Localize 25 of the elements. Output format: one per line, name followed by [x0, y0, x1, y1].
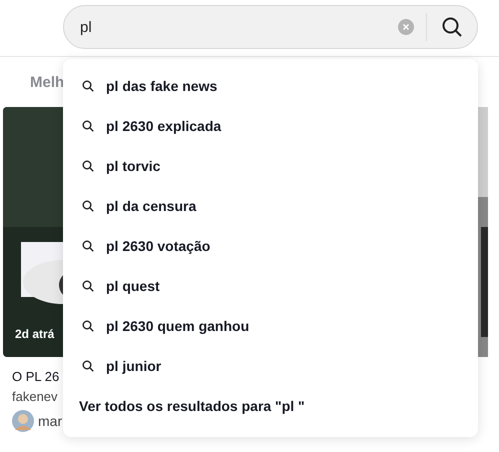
- search-icon: [82, 360, 94, 372]
- video-age: 2d atrá: [15, 327, 54, 341]
- search-field[interactable]: pl: [63, 5, 478, 49]
- search-icon: [82, 120, 94, 132]
- search-icon: [82, 240, 94, 252]
- see-all-link[interactable]: Ver todos os resultados para "pl ": [79, 398, 478, 414]
- suggestion-item[interactable]: pl quest: [63, 266, 478, 306]
- search-icon: [441, 16, 463, 38]
- search-icon: [82, 160, 94, 172]
- video-tags: fakenev: [12, 389, 64, 404]
- suggestion-item[interactable]: pl 2630 explicada: [63, 106, 478, 146]
- avatar-icon[interactable]: [12, 410, 34, 432]
- search-icon: [82, 320, 94, 332]
- search-icon: [82, 80, 94, 92]
- suggestion-item[interactable]: pl junior: [63, 346, 478, 386]
- clear-icon[interactable]: [398, 19, 414, 35]
- search-icon: [82, 200, 94, 212]
- video-title[interactable]: O PL 26: [12, 369, 64, 384]
- suggestion-item[interactable]: pl 2630 votação: [63, 226, 478, 266]
- search-icon: [82, 280, 94, 292]
- suggestion-item[interactable]: pl das fake news: [63, 66, 478, 106]
- suggestion-item[interactable]: pl 2630 quem ganhou: [63, 306, 478, 346]
- author-name[interactable]: mar: [38, 413, 62, 429]
- suggestion-item[interactable]: pl da censura: [63, 186, 478, 226]
- suggestion-item[interactable]: pl torvic: [63, 146, 478, 186]
